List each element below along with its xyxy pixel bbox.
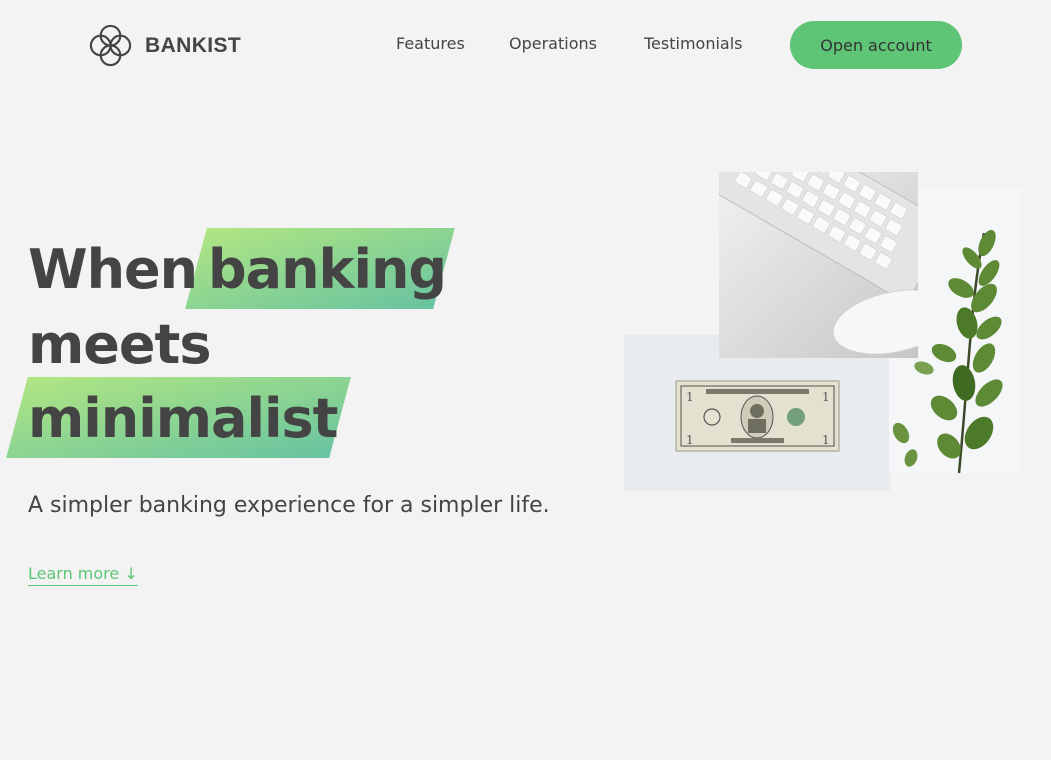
svg-text:1: 1 [822, 433, 830, 447]
learn-more-link[interactable]: Learn more ↓ [28, 564, 138, 586]
nav-link-testimonials[interactable]: Testimonials [644, 34, 743, 53]
nav-link-operations[interactable]: Operations [509, 34, 597, 53]
dollar-bill-image: 1 1 1 1 [624, 335, 890, 491]
nav-link-features[interactable]: Features [396, 34, 465, 53]
svg-text:1: 1 [686, 433, 694, 447]
svg-text:1: 1 [822, 390, 830, 404]
svg-text:1: 1 [686, 390, 694, 404]
keyboard-image [719, 172, 918, 358]
open-account-button[interactable]: Open account [790, 21, 962, 69]
hero-title-word-when: When [28, 238, 198, 301]
hero-title-word-banking: banking [208, 238, 447, 301]
hero-title-word-minimalist: minimalist [28, 387, 338, 450]
nav-links: Features Operations Testimonials Open ac… [0, 21, 1051, 69]
top-navigation: BANKIST Features Operations Testimonials… [0, 0, 1051, 90]
hero-subtitle: A simpler banking experience for a simpl… [28, 493, 550, 518]
hero-title-word-meets: meets [28, 313, 211, 376]
